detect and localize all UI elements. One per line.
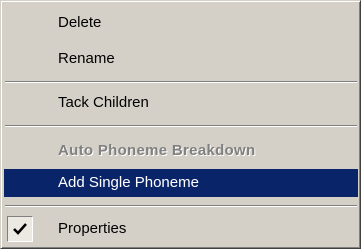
menu-item-properties-label: Properties bbox=[58, 220, 127, 237]
menu-item-rename[interactable]: Rename bbox=[4, 45, 358, 73]
menu-item-delete[interactable]: Delete bbox=[4, 9, 358, 37]
checkmark-icon bbox=[7, 216, 33, 242]
menu-item-auto-phoneme-breakdown-label: Auto Phoneme Breakdown bbox=[58, 142, 256, 159]
menu-item-tack-children-label: Tack Children bbox=[58, 94, 149, 111]
menu-item-delete-label: Delete bbox=[58, 14, 102, 31]
menu-separator bbox=[5, 205, 357, 207]
menu-separator bbox=[5, 81, 357, 83]
menu-item-auto-phoneme-breakdown: Auto Phoneme Breakdown bbox=[4, 137, 358, 165]
menu-item-add-single-phoneme-label: Add Single Phoneme bbox=[58, 174, 199, 191]
menu-item-add-single-phoneme[interactable]: Add Single Phoneme bbox=[4, 169, 358, 197]
menu-item-properties[interactable]: Properties bbox=[4, 215, 358, 243]
menu-item-tack-children[interactable]: Tack Children bbox=[4, 89, 358, 117]
context-menu: Delete Rename Tack Children Auto Phoneme… bbox=[0, 0, 361, 249]
menu-separator bbox=[5, 125, 357, 127]
menu-item-rename-label: Rename bbox=[58, 50, 115, 67]
